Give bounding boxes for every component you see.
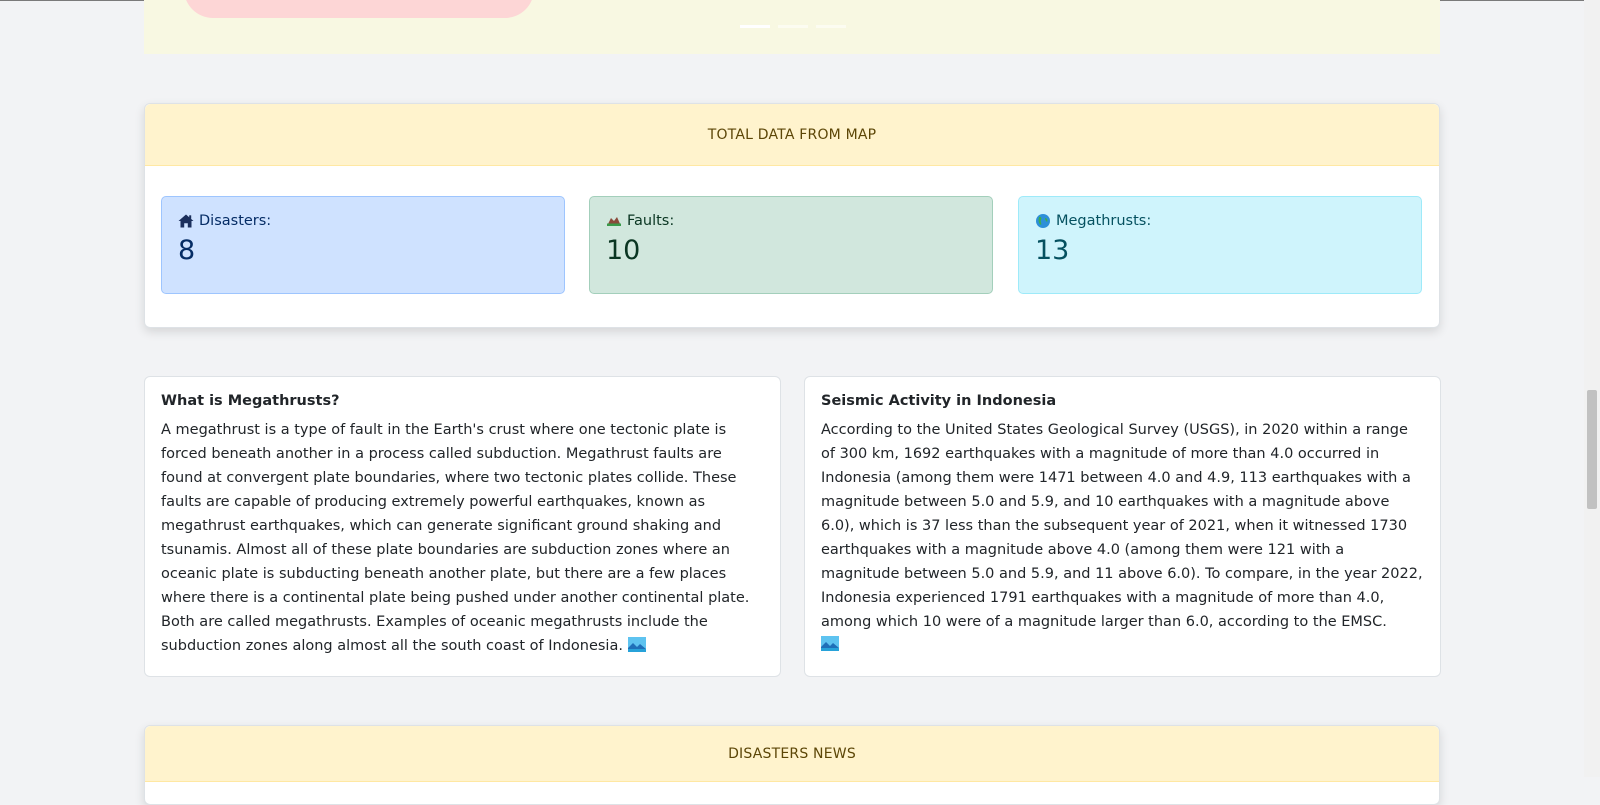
carousel-indicators [740,25,846,28]
hero-carousel [144,0,1440,54]
disasters-news-header: DISASTERS NEWS [145,726,1439,782]
faults-stat: Faults: 10 [589,196,993,294]
carousel-indicator-2[interactable] [778,25,808,28]
total-data-header: TOTAL DATA FROM MAP [145,104,1439,166]
image-icon [821,636,839,651]
page-scrollbar[interactable] [1584,0,1600,777]
faults-count: 10 [606,235,641,266]
house-icon [178,213,194,229]
megathrusts-info-title: What is Megathrusts? [161,393,340,409]
disasters-news-card: DISASTERS NEWS [144,725,1440,805]
scrollbar-thumb[interactable] [1587,390,1597,509]
image-icon [627,636,646,652]
total-data-card: TOTAL DATA FROM MAP Disasters: 8 Faults:… [144,103,1440,328]
megathrusts-info-text: A megathrust is a type of fault in the E… [161,422,750,654]
seismic-info-title: Seismic Activity in Indonesia [821,393,1057,409]
mountain-icon [606,213,622,229]
megathrusts-label: Megathrusts: [1056,213,1152,229]
disasters-count: 8 [178,235,196,266]
hero-banner-shape [184,0,534,18]
seismic-info-text: According to the United States Geologica… [821,422,1423,630]
globe-icon [1035,213,1051,229]
megathrusts-stat: Megathrusts: 13 [1018,196,1422,294]
megathrusts-info-card: What is Megathrusts? A megathrust is a t… [144,376,781,677]
carousel-indicator-3[interactable] [816,25,846,28]
disasters-label: Disasters: [199,213,272,229]
carousel-indicator-1[interactable] [740,25,770,28]
megathrusts-count: 13 [1035,235,1070,266]
faults-label: Faults: [627,213,675,229]
seismic-info-card: Seismic Activity in Indonesia According … [804,376,1441,677]
disasters-stat: Disasters: 8 [161,196,565,294]
